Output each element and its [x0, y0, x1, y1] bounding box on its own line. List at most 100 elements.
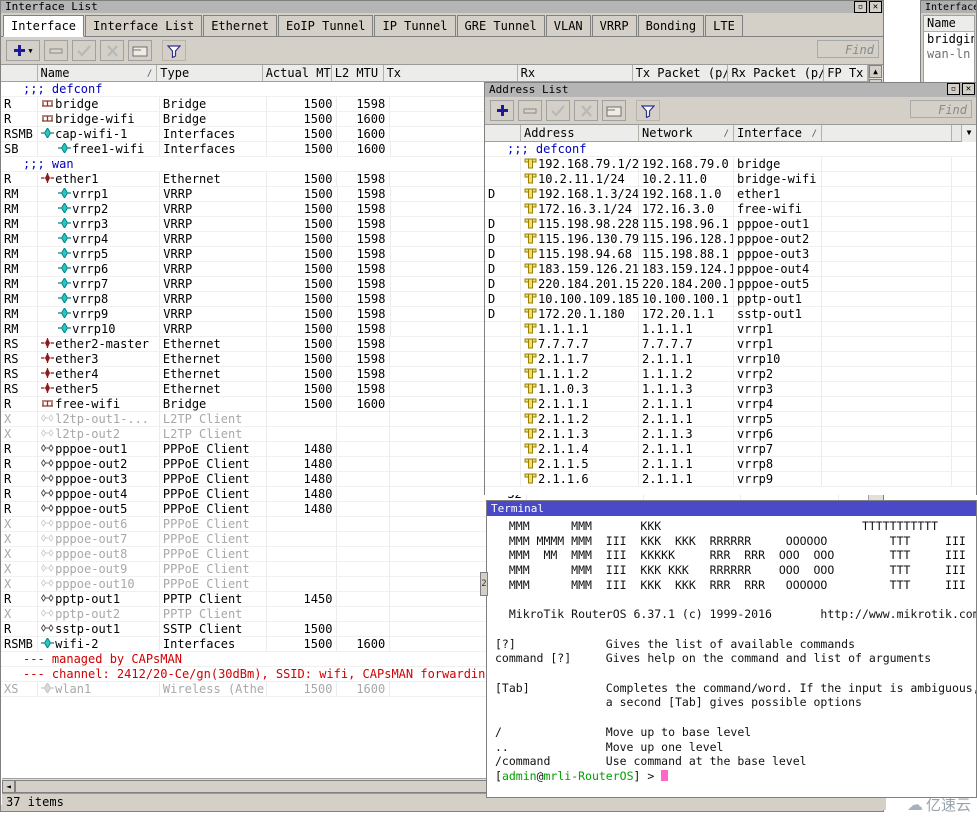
remove-button[interactable] — [44, 40, 68, 61]
table-row[interactable]: 172.16.3.1/24 172.16.3.0 free-wifi — [485, 202, 976, 217]
interface-list-window-buttons[interactable]: ▫ ✕ — [854, 1, 882, 13]
table-row[interactable]: D 10.100.109.185 10.100.100.1 pptp-out1 — [485, 292, 976, 307]
background-window-titlebar[interactable]: Interface List — [921, 1, 976, 13]
table-row[interactable]: D 183.159.126.216 183.159.124.1 pppoe-out4 — [485, 262, 976, 277]
close-icon[interactable]: ✕ — [869, 1, 882, 13]
add-button[interactable] — [490, 100, 514, 121]
interface-col-flags[interactable] — [1, 65, 38, 81]
tab-interface-list[interactable]: Interface List — [85, 15, 203, 36]
table-row[interactable]: 2.1.1.2 2.1.1.1 vrrp5 — [485, 412, 976, 427]
scroll-up-icon[interactable]: ▲ — [869, 65, 882, 78]
table-row[interactable]: 1.1.1.2 1.1.1.2 vrrp2 — [485, 367, 976, 382]
interface-grid-header[interactable]: Name / Type Actual MTU L2 MTU Tx Rx Tx Packet (… — [1, 65, 883, 82]
address-list-titlebar[interactable]: Address List ▫ ✕ — [485, 83, 976, 97]
address-icon — [524, 428, 537, 442]
interface-col-tx[interactable]: Tx — [383, 65, 518, 81]
cell-extra — [822, 307, 952, 321]
table-row[interactable]: 2.1.1.6 2.1.1.1 vrrp9 — [485, 472, 976, 487]
interface-col-actual-mtu[interactable]: Actual MTU — [262, 65, 332, 81]
table-row[interactable]: D 220.184.201.159 220.184.200.1 pppoe-out5 — [485, 277, 976, 292]
address-grid[interactable]: Address Network / Interface / ;;; defconf 192… — [485, 125, 976, 495]
disable-button[interactable] — [574, 100, 598, 121]
terminal-window[interactable]: Terminal MMM MMM KKK TTTTTTTTTTT KKK MMM… — [486, 500, 977, 798]
address-column-chooser-icon[interactable]: ▼ — [961, 125, 976, 142]
address-col-flags[interactable] — [822, 125, 952, 141]
table-row[interactable]: 10.2.11.1/24 10.2.11.0 bridge-wifi — [485, 172, 976, 187]
table-row[interactable]: 2.1.1.1 2.1.1.1 vrrp4 — [485, 397, 976, 412]
cell-flags: R — [1, 97, 39, 111]
interface-col-l2-mtu[interactable]: L2 MTU — [331, 65, 384, 81]
cell-network: 2.1.1.1 — [639, 457, 734, 471]
cell-mtu: 1500 — [267, 307, 338, 321]
terminal-cursor[interactable] — [661, 769, 669, 781]
address-toolbar[interactable]: Find — [485, 97, 976, 125]
tab-bonding[interactable]: Bonding — [637, 15, 705, 36]
table-row[interactable]: D 115.196.130.79 115.196.128.1 pppoe-out2 — [485, 232, 976, 247]
terminal-prompt[interactable]: [admin@mrli-RouterOS] > — [495, 769, 976, 784]
table-row[interactable]: D 172.20.1.180 172.20.1.1 sstp-out1 — [485, 307, 976, 322]
tab-gre-tunnel[interactable]: GRE Tunnel — [456, 15, 545, 36]
filter-button[interactable] — [636, 100, 660, 121]
terminal-output[interactable]: MMM MMM KKK TTTTTTTTTTT KKK MMM MMMM MMM… — [487, 516, 976, 784]
table-row[interactable]: 2.1.1.3 2.1.1.3 vrrp6 — [485, 427, 976, 442]
address-col-flags[interactable] — [485, 125, 521, 141]
maximize-icon[interactable]: ▫ — [947, 83, 960, 95]
interface-col-type[interactable]: Type — [157, 65, 263, 81]
cell-extra — [822, 442, 952, 456]
tab-interface[interactable]: Interface — [3, 15, 85, 37]
address-list-window-buttons[interactable]: ▫ ✕ — [947, 83, 975, 95]
terminal-titlebar[interactable]: Terminal — [487, 501, 976, 516]
disable-button[interactable] — [100, 40, 124, 61]
table-row[interactable]: 1.1.1.1 1.1.1.1 vrrp1 — [485, 322, 976, 337]
table-row[interactable]: D 192.168.1.3/24 192.168.1.0 ether1 — [485, 187, 976, 202]
filter-button[interactable] — [162, 40, 186, 61]
tab-vrrp[interactable]: VRRP — [591, 15, 637, 36]
tab-ethernet[interactable]: Ethernet — [203, 15, 277, 36]
address-icon — [524, 443, 537, 457]
background-window[interactable]: Interface List Name bridging wan-ln — [920, 0, 977, 88]
enable-button[interactable] — [72, 40, 96, 61]
interface-tabs[interactable]: Interface Interface List Ethernet EoIP Tunn… — [1, 13, 883, 37]
table-row[interactable]: 1.1.0.3 1.1.1.3 vrrp3 — [485, 382, 976, 397]
maximize-icon[interactable]: ▫ — [854, 1, 867, 13]
find-input[interactable]: Find — [910, 100, 972, 118]
terminal-scroll-pip[interactable]: 2 — [480, 572, 488, 596]
find-input[interactable]: Find — [817, 40, 879, 58]
tab-eoip-tunnel[interactable]: EoIP Tunnel — [277, 15, 374, 36]
table-row[interactable]: D 115.198.98.228 115.198.96.1 pppoe-out1 — [485, 217, 976, 232]
cell-name: bridge — [38, 97, 160, 111]
table-row[interactable]: 2.1.1.7 2.1.1.1 vrrp10 — [485, 352, 976, 367]
table-row[interactable]: 2.1.1.4 2.1.1.1 vrrp7 — [485, 442, 976, 457]
interface-list-titlebar[interactable]: Interface List ▫ ✕ — [1, 1, 883, 13]
comment-button[interactable] — [602, 100, 626, 121]
table-row[interactable]: D 115.198.94.68 115.198.88.1 pppoe-out3 — [485, 247, 976, 262]
chevron-down-icon[interactable]: ▼ — [28, 47, 32, 55]
interface-col-tx-packet-p-s[interactable]: Tx Packet (p/s) — [632, 65, 729, 81]
add-button[interactable]: ▼ — [6, 40, 40, 61]
close-icon[interactable]: ✕ — [962, 83, 975, 95]
address-grid-header[interactable]: Address Network / Interface / — [485, 125, 976, 142]
address-list-window[interactable]: Address List ▫ ✕ Find Address Network / … — [484, 82, 977, 495]
interface-col-fp-tx[interactable]: FP Tx — [824, 65, 868, 81]
scroll-left-icon[interactable]: ◄ — [2, 779, 15, 793]
address-col-address[interactable]: Address — [521, 125, 639, 141]
interface-col-name[interactable]: Name / — [37, 65, 158, 81]
table-row[interactable]: 7.7.7.7 7.7.7.7 vrrp1 — [485, 337, 976, 352]
tab-lte[interactable]: LTE — [705, 15, 743, 36]
table-row[interactable]: 192.168.79.1/24 192.168.79.0 bridge — [485, 157, 976, 172]
interface-col-rx[interactable]: Rx — [517, 65, 633, 81]
interface-toolbar[interactable]: ▼ Find — [1, 37, 883, 65]
table-row[interactable]: 2.1.1.5 2.1.1.1 vrrp8 — [485, 457, 976, 472]
tab-vlan[interactable]: VLAN — [545, 15, 591, 36]
address-comment-row[interactable]: ;;; defconf — [485, 142, 976, 157]
address-col-interface[interactable]: Interface / — [734, 125, 822, 141]
interface-col-rx-packet-p-s[interactable]: Rx Packet (p/s) — [728, 65, 825, 81]
ppp-icon — [41, 563, 54, 576]
enable-button[interactable] — [546, 100, 570, 121]
tab-ip-tunnel[interactable]: IP Tunnel — [374, 15, 456, 36]
cell-flags: D — [485, 292, 521, 306]
address-grid-rows[interactable]: ;;; defconf 192.168.79.1/24 192.168.79.0 br… — [485, 142, 976, 494]
address-col-network[interactable]: Network / — [639, 125, 734, 141]
remove-button[interactable] — [518, 100, 542, 121]
comment-button[interactable] — [128, 40, 152, 61]
